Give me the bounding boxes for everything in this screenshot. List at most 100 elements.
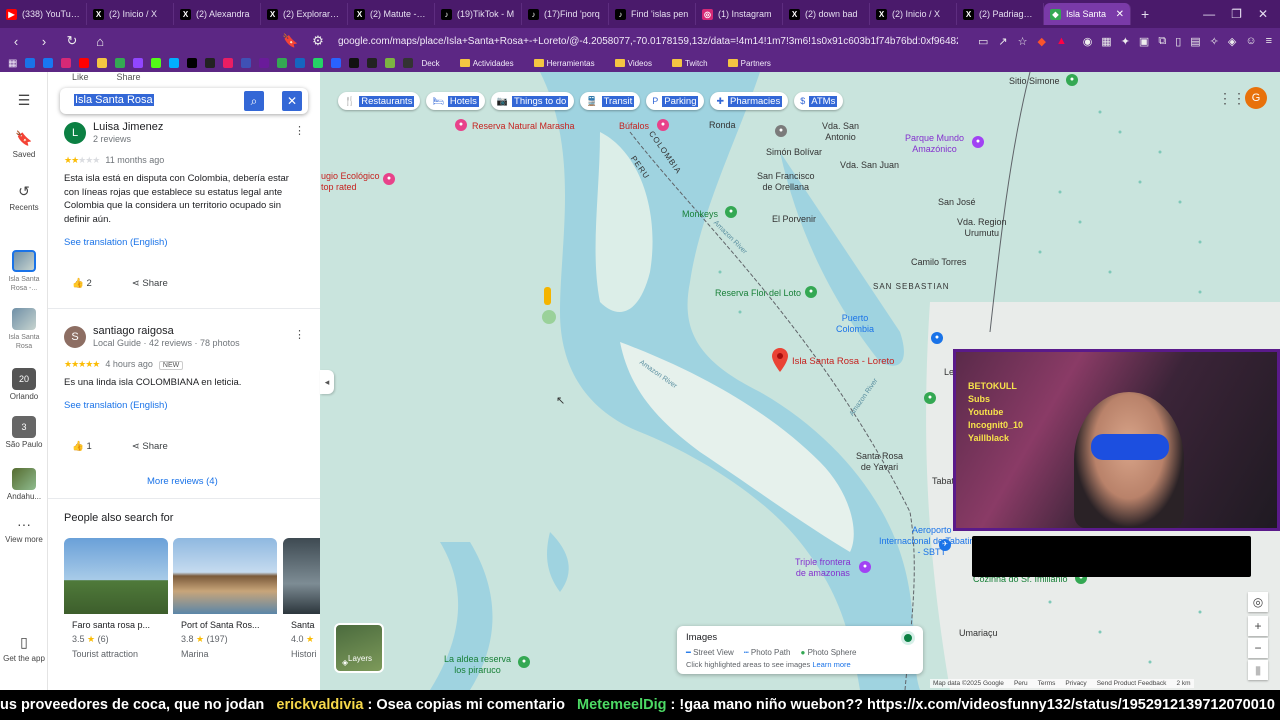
bookmark-folder-partners[interactable]: Partners xyxy=(727,59,771,68)
map-footer-item[interactable]: Send Product Feedback xyxy=(1097,680,1167,687)
back-icon[interactable]: ‹ xyxy=(8,34,24,49)
browser-tab[interactable]: X (2) Matute - Bu xyxy=(348,3,435,25)
bookmark-icon-20[interactable] xyxy=(367,58,378,68)
menu-button[interactable]: ☰ xyxy=(0,92,48,112)
extensions-puzzle-icon[interactable]: ⧉ xyxy=(1158,35,1166,48)
recent-isla-santa-rosa-loreto[interactable]: Isla Santa Rosa -... xyxy=(0,250,48,292)
clear-search-button[interactable]: ✕ xyxy=(282,91,302,111)
view-more-button[interactable]: ··· View more xyxy=(0,516,48,544)
vpn-icon[interactable]: ◈ xyxy=(1228,35,1236,48)
extension-icon-1[interactable]: ◉ xyxy=(1083,35,1093,48)
reviewer-name[interactable]: santiago raigosa xyxy=(93,325,174,337)
nature-pin-icon[interactable]: ● xyxy=(805,286,817,298)
label-triple-frontera[interactable]: Triple frontera de amazonas xyxy=(795,557,851,579)
extension-icon-4[interactable]: ▣ xyxy=(1139,35,1149,48)
kick-icon[interactable] xyxy=(151,58,162,68)
more-reviews-link[interactable]: More reviews (4) xyxy=(147,476,218,487)
chip-parking[interactable]: P Parking xyxy=(646,92,705,110)
browser-tab[interactable]: ▶ (338) YouTube xyxy=(0,3,87,25)
browser-tab[interactable]: ♪ Find 'islas pen xyxy=(609,3,696,25)
bookmark-icon-9[interactable] xyxy=(169,58,180,68)
bookmark-folder-videos[interactable]: Videos xyxy=(614,59,652,68)
facebook-icon[interactable] xyxy=(43,58,54,68)
account-avatar[interactable]: G xyxy=(1245,87,1267,109)
instagram-icon[interactable] xyxy=(61,58,72,68)
brave-rewards-icon[interactable]: ▲ xyxy=(1056,35,1067,48)
bookmark-icon-13[interactable] xyxy=(241,58,252,68)
map-footer-item[interactable]: Peru xyxy=(1014,680,1028,687)
recent-orlando[interactable]: 20 Orlando xyxy=(0,368,48,401)
airport-pin-icon[interactable]: ✈ xyxy=(939,539,951,551)
new-tab-button[interactable]: + xyxy=(1131,6,1159,22)
browser-tab[interactable]: ◆ Isla Santa ✕ xyxy=(1044,3,1131,25)
home-icon[interactable]: ⌂ xyxy=(92,34,108,49)
park-pin-icon[interactable]: ● xyxy=(972,136,984,148)
extension-icon-3[interactable]: ✦ xyxy=(1121,35,1130,48)
bookmark-folder-twitch[interactable]: Twitch xyxy=(671,59,708,68)
apps-grid-icon[interactable]: ▦ xyxy=(8,58,17,69)
learn-more-link[interactable]: Learn more xyxy=(812,660,850,669)
bookmark-folder-herramientas[interactable]: Herramientas xyxy=(533,59,595,68)
brave-shield-icon[interactable]: ◆ xyxy=(1038,35,1046,48)
label-puerto-colombia[interactable]: Puerto Colombia xyxy=(836,313,874,335)
transit-pin-icon[interactable]: ● xyxy=(931,332,943,344)
nature-pin-icon[interactable]: ● xyxy=(725,206,737,218)
address-bar-url[interactable]: google.com/maps/place/Isla+Santa+Rosa+-+… xyxy=(338,36,958,47)
chip-transit[interactable]: 🚆 Transit xyxy=(580,92,641,110)
whatsapp-icon[interactable] xyxy=(313,58,324,68)
search-button[interactable]: ⌕ xyxy=(244,91,264,111)
attraction-pin-icon[interactable]: ● xyxy=(455,119,467,131)
like-review-button[interactable]: 👍 2 xyxy=(72,278,92,289)
minimize-icon[interactable]: — xyxy=(1203,7,1215,21)
install-app-icon[interactable]: ▭ xyxy=(978,35,988,48)
recent-isla-santa-rosa[interactable]: Isla Santa Rosa xyxy=(0,308,48,350)
selected-place-pin-icon[interactable] xyxy=(772,348,788,372)
chip-pharmacies[interactable]: ✚ Pharmacies xyxy=(710,92,789,110)
nature-pin-icon[interactable]: ● xyxy=(518,656,530,668)
chip-atms[interactable]: $ ATMs xyxy=(794,92,844,110)
twitch-icon[interactable] xyxy=(133,58,144,68)
browser-tab[interactable]: ♪ (19)TikTok - M xyxy=(435,3,522,25)
browser-tab[interactable]: X (2) down bad xyxy=(783,3,870,25)
maximize-icon[interactable]: ❐ xyxy=(1231,7,1242,21)
bookmark-icon-6[interactable] xyxy=(115,58,126,68)
chip-restaurants[interactable]: 🍴 Restaurants xyxy=(338,92,421,110)
reviewer-name[interactable]: Luisa Jimenez xyxy=(93,121,163,133)
profile-icon[interactable]: ☺ xyxy=(1245,35,1256,48)
share-icon[interactable]: ↗ xyxy=(998,35,1007,48)
zoom-out-button[interactable]: − xyxy=(1248,638,1268,658)
bookmark-page-icon[interactable]: 🔖 xyxy=(282,33,298,49)
attraction-pin-icon[interactable]: ● xyxy=(859,561,871,573)
youtube-icon[interactable] xyxy=(79,58,90,68)
wallet-icon[interactable]: ▤ xyxy=(1190,35,1200,48)
avatar[interactable]: S xyxy=(64,326,86,348)
chip-things-to-do[interactable]: 📷 Things to do xyxy=(490,92,575,110)
bookmark-icon-21[interactable] xyxy=(385,58,396,68)
browser-tab[interactable]: ◎ (1) Instagram xyxy=(696,3,783,25)
bookmark-icon-18[interactable] xyxy=(331,58,342,68)
chip-hotels[interactable]: 🛏 Hotels xyxy=(426,92,485,110)
see-translation-link[interactable]: See translation (English) xyxy=(64,237,168,248)
sidebar-icon[interactable]: ▯ xyxy=(1175,35,1181,48)
bookmark-icon-1[interactable] xyxy=(25,58,36,68)
rail-recents[interactable]: ↺ Recents xyxy=(0,183,48,212)
label-isla-santa-rosa[interactable]: Isla Santa Rosa - Loreto xyxy=(792,356,894,367)
attraction-pin-icon[interactable]: ● xyxy=(657,119,669,131)
bookmark-icon-5[interactable] xyxy=(97,58,108,68)
browser-tab[interactable]: X (2) Alexandra xyxy=(174,3,261,25)
like-button[interactable]: Like xyxy=(72,72,89,82)
close-window-icon[interactable]: ✕ xyxy=(1258,7,1268,21)
rail-saved[interactable]: 🔖 Saved xyxy=(0,130,48,159)
bookmark-icon-15[interactable] xyxy=(277,58,288,68)
layers-button[interactable]: ◈ Layers xyxy=(334,623,384,673)
review-more-icon[interactable]: ⋮ xyxy=(294,124,305,137)
browser-tab[interactable]: X (2) Padriago en xyxy=(957,3,1044,25)
browser-tab[interactable]: X (2) Explorar / X xyxy=(261,3,348,25)
see-translation-link[interactable]: See translation (English) xyxy=(64,400,168,411)
related-place-card[interactable]: Port of Santa Ros... 3.8 ★ (197) Marina xyxy=(173,538,277,668)
map-footer-item[interactable]: Privacy xyxy=(1065,680,1086,687)
label-bufalos[interactable]: Búfalos xyxy=(619,121,649,132)
pegman-icon[interactable] xyxy=(544,287,551,305)
zoom-in-button[interactable]: + xyxy=(1248,616,1268,636)
attraction-pin-icon[interactable]: ● xyxy=(383,173,395,185)
